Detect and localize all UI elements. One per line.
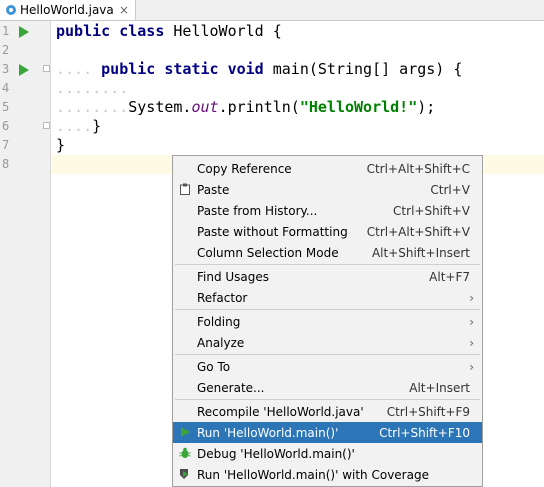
menu-label: Column Selection Mode <box>197 245 339 260</box>
class-name: HelloWorld <box>164 22 273 40</box>
tab-helloworld-java[interactable]: HelloWorld.java × <box>0 0 136 20</box>
menu-label: Paste from History... <box>197 203 318 218</box>
menu-separator <box>175 309 480 310</box>
menu-generate[interactable]: Generate... Alt+Insert <box>173 377 482 398</box>
line-number: 6 <box>2 119 10 133</box>
menu-separator <box>175 264 480 265</box>
menu-separator <box>175 354 480 355</box>
menu-label: Debug 'HelloWorld.main()' <box>197 446 355 461</box>
string-literal: "HelloWorld!" <box>299 98 418 116</box>
line-number: 3 <box>2 62 10 76</box>
menu-shortcut: Ctrl+Shift+V <box>393 203 470 218</box>
menu-label: Find Usages <box>197 269 270 284</box>
menu-label: Refactor <box>197 290 248 305</box>
debug-bug-icon <box>179 447 191 459</box>
menu-label: Go To <box>197 359 231 374</box>
menu-go-to[interactable]: Go To › <box>173 356 482 377</box>
run-gutter-icon[interactable] <box>19 64 29 76</box>
code-line-2[interactable]: 2 <box>0 41 544 60</box>
line-number: 1 <box>2 24 10 38</box>
keyword: static <box>164 60 219 78</box>
keyword: public <box>56 22 111 40</box>
println-call: .println( <box>218 98 300 116</box>
menu-shortcut: Ctrl+Shift+F10 <box>379 425 470 440</box>
menu-debug-main[interactable]: Debug 'HelloWorld.main()' <box>173 443 482 464</box>
menu-shortcut: Alt+F7 <box>429 269 470 284</box>
close-icon[interactable]: × <box>119 3 129 17</box>
menu-paste-from-history[interactable]: Paste from History... Ctrl+Shift+V <box>173 200 482 221</box>
keyword: void <box>227 60 264 78</box>
system-class: System. <box>128 98 192 116</box>
menu-analyze[interactable]: Analyze › <box>173 332 482 353</box>
menu-run-main[interactable]: Run 'HelloWorld.main()' Ctrl+Shift+F10 <box>173 422 482 443</box>
keyword: class <box>119 22 165 40</box>
menu-paste-without-formatting[interactable]: Paste without Formatting Ctrl+Alt+Shift+… <box>173 221 482 242</box>
submenu-arrow-icon: › <box>469 359 474 374</box>
run-gutter-icon[interactable] <box>19 26 29 38</box>
out-field: out <box>191 98 219 116</box>
submenu-arrow-icon: › <box>469 314 474 329</box>
line-number: 4 <box>2 81 10 95</box>
code-line-5[interactable]: 5 ........System.out.println("HelloWorld… <box>0 98 544 117</box>
menu-shortcut: Ctrl+Shift+F9 <box>386 404 470 419</box>
keyword: public <box>101 60 156 78</box>
fold-icon[interactable] <box>43 122 50 129</box>
tab-title: HelloWorld.java <box>20 3 114 17</box>
menu-label: Recompile 'HelloWorld.java' <box>197 404 364 419</box>
run-icon <box>179 426 191 438</box>
menu-shortcut: Ctrl+V <box>430 182 470 197</box>
menu-label: Paste <box>197 182 230 197</box>
menu-label: Analyze <box>197 335 245 350</box>
code-line-7[interactable]: 7 } <box>0 136 544 155</box>
brace: { <box>453 60 463 78</box>
menu-label: Copy Reference <box>197 161 292 176</box>
submenu-arrow-icon: › <box>469 335 474 350</box>
menu-shortcut: Alt+Insert <box>409 380 470 395</box>
menu-shortcut: Alt+Shift+Insert <box>371 245 470 260</box>
clipboard-icon <box>179 183 191 195</box>
brace: { <box>272 22 282 40</box>
menu-label: Generate... <box>197 380 265 395</box>
menu-column-selection-mode[interactable]: Column Selection Mode Alt+Shift+Insert <box>173 242 482 263</box>
menu-label: Run 'HelloWorld.main()' with Coverage <box>197 467 429 482</box>
menu-find-usages[interactable]: Find Usages Alt+F7 <box>173 266 482 287</box>
menu-refactor[interactable]: Refactor › <box>173 287 482 308</box>
brace: } <box>56 136 66 154</box>
menu-recompile[interactable]: Recompile 'HelloWorld.java' Ctrl+Shift+F… <box>173 401 482 422</box>
code-line-4[interactable]: 4 ........ <box>0 79 544 98</box>
menu-label: Folding <box>197 314 241 329</box>
menu-label: Paste without Formatting <box>197 224 348 239</box>
coverage-icon <box>179 468 191 480</box>
menu-copy-reference[interactable]: Copy Reference Ctrl+Alt+Shift+C <box>173 158 482 179</box>
code-line-3[interactable]: 3 .... public static void main(String[] … <box>0 60 544 79</box>
menu-shortcut: Ctrl+Alt+Shift+C <box>366 161 470 176</box>
menu-shortcut: Ctrl+Alt+Shift+V <box>366 224 470 239</box>
brace: } <box>92 117 102 135</box>
menu-label: Run 'HelloWorld.main()' <box>197 425 339 440</box>
method-signature: main(String[] args) <box>263 60 454 78</box>
fold-icon[interactable] <box>43 65 50 72</box>
submenu-arrow-icon: › <box>469 290 474 305</box>
java-class-icon <box>6 5 16 15</box>
line-number: 7 <box>2 138 10 152</box>
line-number: 8 <box>2 157 10 171</box>
editor-context-menu: Copy Reference Ctrl+Alt+Shift+C Paste Ct… <box>172 155 483 487</box>
menu-run-with-coverage[interactable]: Run 'HelloWorld.main()' with Coverage <box>173 464 482 485</box>
menu-paste[interactable]: Paste Ctrl+V <box>173 179 482 200</box>
menu-folding[interactable]: Folding › <box>173 311 482 332</box>
code-line-6[interactable]: 6 ....} <box>0 117 544 136</box>
menu-separator <box>175 399 480 400</box>
line-number: 5 <box>2 100 10 114</box>
editor-tab-bar: HelloWorld.java × <box>0 0 544 21</box>
statement-end: ); <box>417 98 436 116</box>
code-line-1[interactable]: 1 public class HelloWorld { <box>0 22 544 41</box>
line-number: 2 <box>2 43 10 57</box>
